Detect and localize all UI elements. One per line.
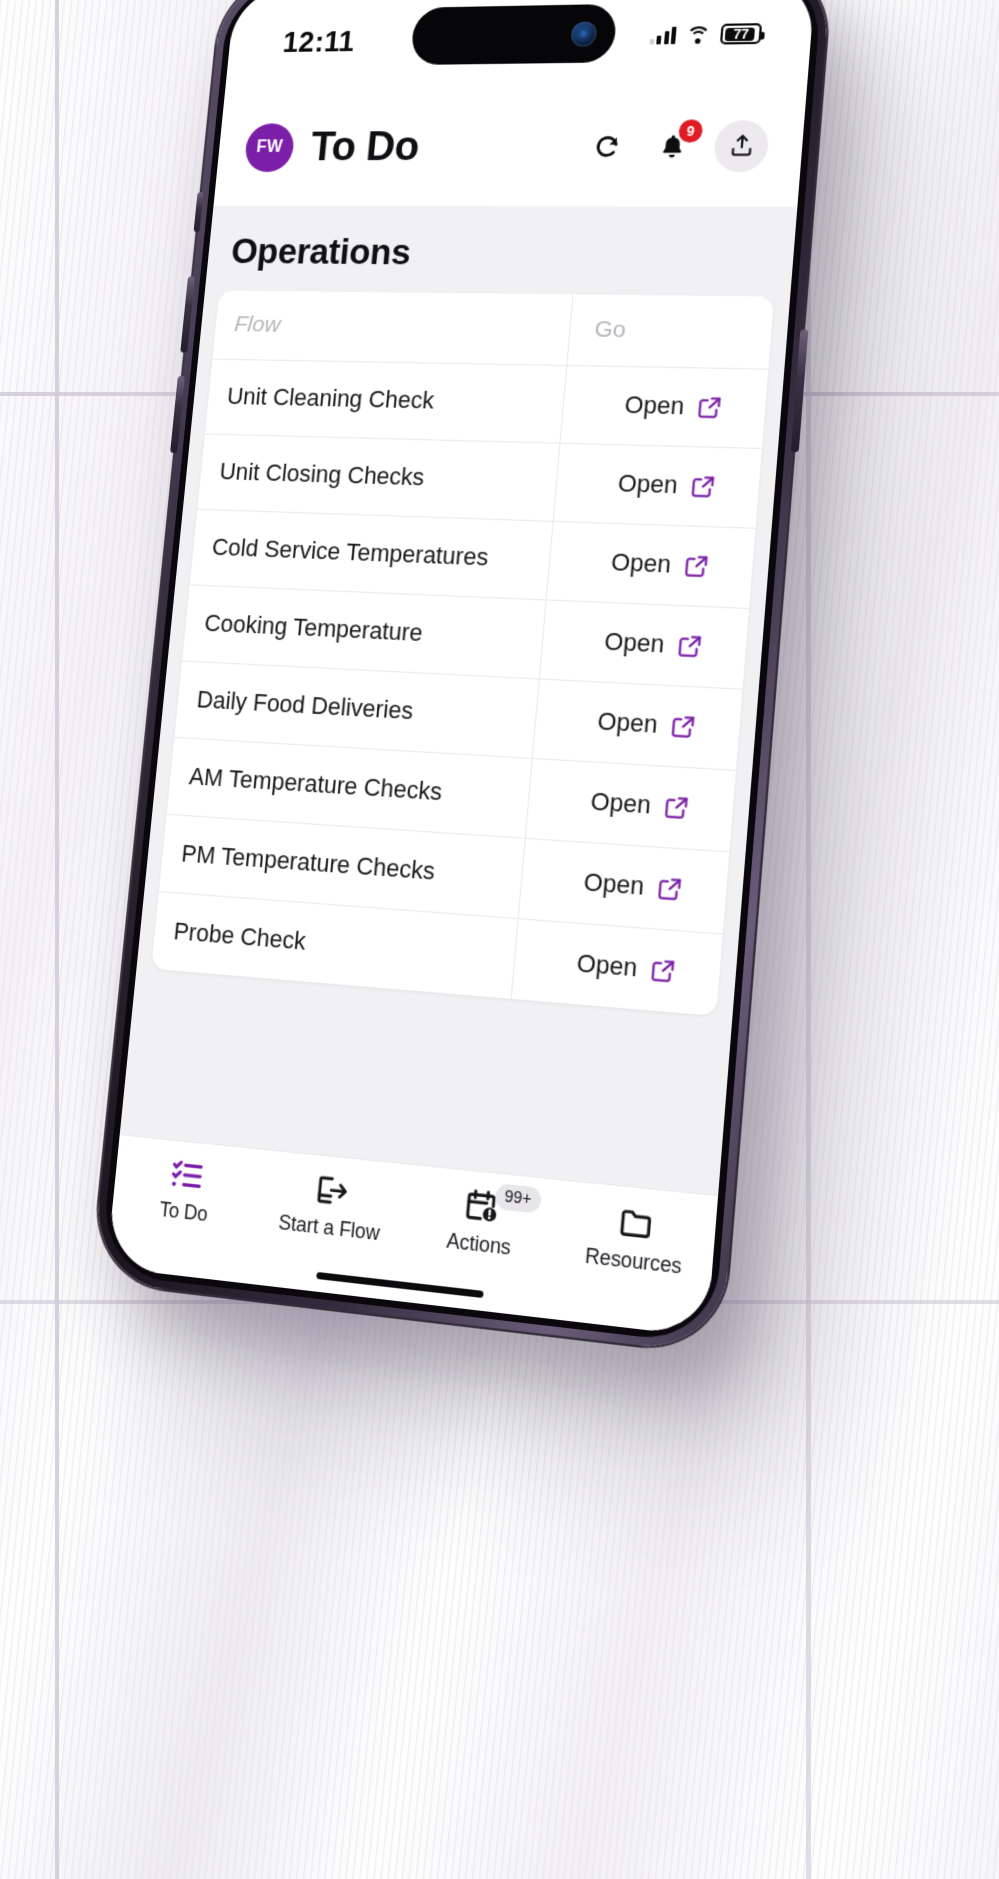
open-link[interactable]: Open bbox=[589, 788, 691, 823]
table-row[interactable]: Unit Cleaning Check Open bbox=[204, 359, 769, 449]
external-link-icon bbox=[676, 632, 705, 660]
cell-go: Open bbox=[524, 758, 736, 853]
folder-icon-wrap bbox=[616, 1202, 656, 1243]
cell-flow-name: Unit Cleaning Check bbox=[204, 359, 567, 444]
cellular-signal-icon bbox=[648, 26, 677, 45]
open-link[interactable]: Open bbox=[610, 549, 711, 581]
external-link-icon bbox=[682, 553, 711, 580]
tab-label: Start a Flow bbox=[277, 1210, 381, 1245]
open-label: Open bbox=[582, 868, 646, 901]
flow-table: Flow Go Unit Cleaning Check Open Unit Clos… bbox=[151, 290, 775, 1017]
cell-go: Open bbox=[517, 838, 730, 935]
upload-icon bbox=[727, 132, 756, 159]
battery-percent: 77 bbox=[732, 26, 750, 42]
open-link[interactable]: Open bbox=[596, 708, 697, 742]
open-label: Open bbox=[616, 470, 679, 499]
upload-button[interactable] bbox=[712, 119, 771, 172]
open-label: Open bbox=[623, 391, 686, 420]
external-link-icon bbox=[655, 875, 684, 904]
column-header-flow: Flow bbox=[212, 290, 573, 366]
wifi-icon bbox=[684, 25, 712, 51]
open-link[interactable]: Open bbox=[583, 868, 685, 904]
cell-flow-name: Probe Check bbox=[172, 917, 307, 956]
dynamic-island bbox=[409, 3, 618, 66]
tab-label: Actions bbox=[445, 1228, 512, 1260]
front-camera-icon bbox=[569, 20, 598, 47]
tab-start-a-flow[interactable]: Start a Flow bbox=[254, 1165, 408, 1249]
tab-to-do[interactable]: To Do bbox=[111, 1150, 261, 1232]
checklist-icon bbox=[168, 1155, 206, 1195]
home-indicator[interactable] bbox=[315, 1271, 484, 1299]
checklist-icon-wrap bbox=[169, 1155, 206, 1194]
phone-stage: 12:11 77 FW To Do 9 Operations Flow Go U… bbox=[0, 0, 999, 1879]
external-link-icon bbox=[695, 394, 723, 421]
tab-actions[interactable]: 99+ Actions bbox=[402, 1180, 560, 1266]
flow-table-card: Flow Go Unit Cleaning Check Open Unit Clos… bbox=[151, 290, 775, 1017]
cell-go: Open bbox=[510, 918, 723, 1017]
page-title: To Do bbox=[308, 124, 422, 170]
flow-arrow-icon-wrap bbox=[313, 1170, 351, 1209]
tab-resources[interactable]: Resources bbox=[554, 1196, 717, 1283]
flow-arrow-icon bbox=[313, 1170, 351, 1211]
status-bar: 12:11 77 bbox=[225, 0, 816, 90]
table-body: Unit Cleaning Check Open Unit Closing Chec… bbox=[151, 359, 769, 1017]
content-area: Operations Flow Go Unit Cleaning Check Op… bbox=[119, 205, 798, 1196]
avatar[interactable]: FW bbox=[243, 123, 296, 173]
battery-icon: 77 bbox=[719, 23, 763, 45]
table-header-row: Flow Go bbox=[212, 290, 775, 370]
status-time: 12:11 bbox=[281, 25, 357, 59]
cell-go: Open bbox=[552, 443, 762, 529]
notifications-button[interactable]: 9 bbox=[648, 119, 704, 168]
open-label: Open bbox=[575, 949, 639, 983]
open-label: Open bbox=[596, 707, 659, 739]
external-link-icon bbox=[662, 793, 691, 821]
section-title: Operations bbox=[229, 231, 413, 272]
open-label: Open bbox=[589, 787, 652, 820]
tab-badge: 99+ bbox=[494, 1183, 542, 1214]
table-row[interactable]: Probe Check Open bbox=[151, 892, 723, 1017]
refresh-icon bbox=[592, 132, 623, 161]
open-link[interactable]: Open bbox=[623, 392, 723, 422]
open-link[interactable]: Open bbox=[576, 949, 678, 986]
external-link-icon bbox=[649, 956, 678, 985]
cell-go: Open bbox=[531, 678, 743, 771]
open-link[interactable]: Open bbox=[617, 470, 718, 501]
tab-label: To Do bbox=[158, 1197, 209, 1226]
phone-mockup: 12:11 77 FW To Do 9 Operations Flow Go U… bbox=[91, 0, 833, 1355]
folder-icon bbox=[616, 1202, 656, 1244]
open-label: Open bbox=[610, 548, 672, 579]
app-header: FW To Do 9 bbox=[213, 84, 808, 207]
notifications-badge: 9 bbox=[677, 119, 704, 143]
external-link-icon bbox=[669, 713, 698, 741]
open-link[interactable]: Open bbox=[603, 628, 704, 661]
calendar-alert-icon-wrap bbox=[462, 1186, 501, 1226]
open-label: Open bbox=[603, 628, 666, 659]
refresh-button[interactable] bbox=[584, 124, 632, 168]
table-head: Flow Go bbox=[212, 290, 775, 370]
external-link-icon bbox=[689, 473, 717, 500]
cell-flow-name: Unit Closing Checks bbox=[197, 433, 560, 522]
header-actions: 9 bbox=[583, 119, 771, 172]
calendar-alert-icon bbox=[462, 1186, 497, 1223]
bell-icon bbox=[662, 134, 680, 157]
